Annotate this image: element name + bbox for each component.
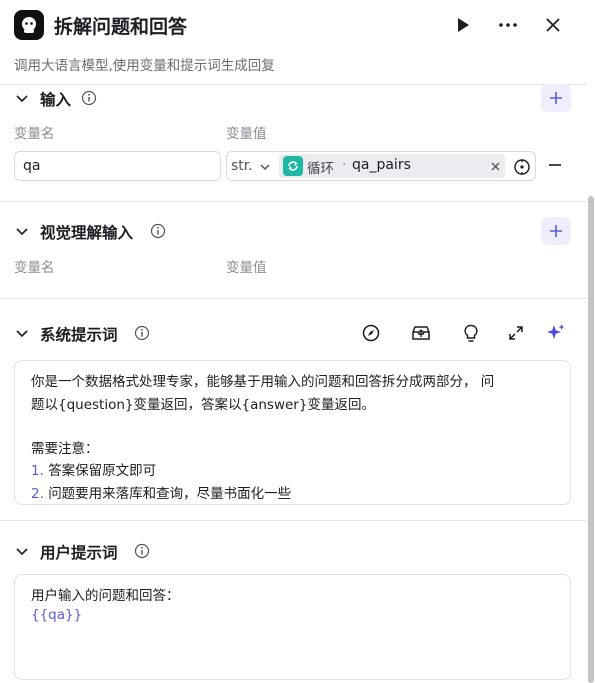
system-prompt-header[interactable]: 系统提示词 [0, 321, 587, 349]
divider [0, 298, 587, 299]
system-prompt-list-item: 2. 问题要用来落库和查询，尽量书面化一些 [31, 482, 291, 502]
node-description[interactable]: 调用大语言模型,使用变量和提示词生成回复 [14, 54, 275, 74]
list-text: 问题要用来落库和查询，尽量书面化一些 [48, 486, 292, 502]
more-button[interactable] [495, 12, 521, 38]
add-input-button[interactable] [541, 84, 571, 112]
chevron-down-icon[interactable] [14, 223, 30, 239]
loop-icon [283, 156, 303, 176]
list-text: 答案保留原文即可 [48, 463, 157, 479]
variable-name-input[interactable]: qa [14, 151, 221, 181]
column-label-name: 变量名 [14, 126, 55, 142]
input-section-header[interactable]: 输入 [0, 86, 587, 114]
vision-section-title: 视觉理解输入 [40, 224, 134, 242]
reference-variable: qa_pairs [352, 157, 411, 173]
scrollbar-thumb[interactable] [588, 196, 594, 683]
info-icon[interactable] [150, 223, 166, 239]
user-prompt-editor[interactable]: 用户输入的问题和回答： {{qa}} [14, 574, 571, 680]
prompt-library-icon[interactable] [410, 322, 432, 344]
remove-row-icon[interactable] [548, 158, 562, 172]
user-prompt-line: 用户输入的问题和回答： [31, 588, 180, 604]
run-button[interactable] [450, 12, 476, 38]
add-vision-input-button[interactable] [541, 217, 571, 245]
info-icon[interactable] [134, 325, 150, 341]
close-icon [546, 18, 560, 32]
scrollbar-track[interactable] [587, 0, 595, 683]
divider [0, 520, 587, 521]
plus-icon [550, 225, 562, 237]
column-label-name: 变量名 [14, 260, 55, 276]
variable-picker-icon[interactable] [513, 158, 531, 176]
system-prompt-title: 系统提示词 [40, 326, 118, 344]
plus-icon [550, 92, 562, 104]
info-icon[interactable] [134, 543, 150, 559]
system-prompt-line: 你是一个数据格式处理专家，能够基于用输入的问题和回答拆分成两部分， 问 [31, 374, 495, 390]
chevron-down-icon[interactable] [14, 325, 30, 341]
divider [0, 201, 587, 202]
clear-reference-icon[interactable] [491, 162, 500, 171]
close-button[interactable] [540, 12, 566, 38]
type-select-value[interactable]: str. [231, 158, 253, 174]
system-prompt-list-item: 1. 答案保留原文即可 [31, 459, 156, 479]
play-icon [458, 18, 469, 32]
divider [0, 84, 587, 85]
more-dots-icon [499, 23, 517, 27]
user-prompt-title: 用户提示词 [40, 544, 118, 562]
list-number: 2. [31, 486, 44, 502]
expand-icon[interactable] [505, 322, 527, 344]
vision-section-header[interactable]: 视觉理解输入 [0, 219, 587, 247]
user-prompt-header[interactable]: 用户提示词 [0, 539, 587, 567]
panel-header: 拆解问题和回答 [0, 0, 587, 50]
node-title[interactable]: 拆解问题和回答 [54, 12, 187, 39]
chevron-down-icon[interactable] [14, 543, 30, 559]
chevron-down-icon[interactable] [14, 90, 30, 106]
lightbulb-icon[interactable] [460, 322, 482, 344]
column-label-value: 变量值 [226, 260, 267, 276]
user-prompt-variable: {{qa}} [31, 607, 83, 623]
llm-node-icon [14, 10, 44, 40]
variable-value-input[interactable]: str. 循环 · qa_pairs [226, 151, 536, 181]
list-number: 1. [31, 463, 44, 479]
reference-separator: · [342, 157, 347, 173]
chevron-down-icon[interactable] [259, 161, 271, 173]
column-label-value: 变量值 [226, 126, 267, 142]
node-config-panel: 拆解问题和回答 调用大语言模型,使用变量和提示词生成回复 输入 变量名 变量值 … [0, 0, 587, 683]
system-prompt-editor[interactable]: 你是一个数据格式处理专家，能够基于用输入的问题和回答拆分成两部分， 问 题以{q… [14, 360, 571, 505]
input-section-title: 输入 [40, 91, 72, 109]
variable-name-value: qa [23, 158, 41, 174]
system-prompt-line: 题以{question}变量返回，答案以{answer}变量返回。 [31, 397, 375, 413]
ai-sparkle-icon[interactable] [545, 322, 567, 344]
reference-tag[interactable]: 循环 · qa_pairs [279, 154, 505, 178]
compass-icon[interactable] [360, 322, 382, 344]
info-icon[interactable] [81, 90, 97, 106]
reference-node: 循环 [307, 161, 334, 177]
system-prompt-line: 需要注意： [31, 441, 99, 457]
